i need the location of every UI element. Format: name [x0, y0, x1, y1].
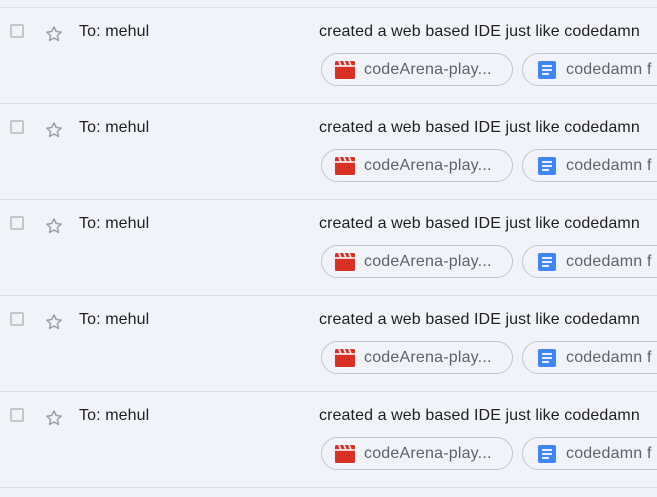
subject-snippet: created a web based IDE just like codeda…	[319, 119, 640, 136]
attachment-name: codedamn f	[566, 444, 652, 462]
attachment-chip-doc[interactable]: codedamn f	[522, 437, 657, 470]
email-row[interactable]: To: mehul created a web based IDE just l…	[0, 392, 657, 488]
star-icon[interactable]	[44, 216, 64, 236]
attachment-chip-video[interactable]: codeArena-play...	[321, 149, 513, 182]
attachment-name: codeArena-play...	[364, 60, 492, 78]
attachment-chip-doc[interactable]: codedamn f	[522, 53, 657, 86]
video-file-icon	[335, 252, 355, 271]
recipient-label: To: mehul	[79, 407, 150, 424]
attachment-chip-video[interactable]: codeArena-play...	[321, 245, 513, 278]
recipient-label: To: mehul	[79, 215, 150, 232]
attachment-name: codedamn f	[566, 60, 652, 78]
google-doc-icon	[537, 252, 557, 271]
recipient-label: To: mehul	[79, 311, 150, 328]
google-doc-icon	[537, 444, 557, 463]
google-doc-icon	[537, 60, 557, 79]
attachment-chip-video[interactable]: codeArena-play...	[321, 341, 513, 374]
attachment-name: codeArena-play...	[364, 252, 492, 270]
email-row[interactable]: To: mehul created a web based IDE just l…	[0, 296, 657, 392]
attachment-name: codeArena-play...	[364, 444, 492, 462]
email-row[interactable]: To: mehul created a web based IDE just l…	[0, 104, 657, 200]
recipient-label: To: mehul	[79, 23, 150, 40]
attachment-name: codedamn f	[566, 348, 652, 366]
select-checkbox[interactable]	[10, 216, 24, 230]
attachment-chip-doc[interactable]: codedamn f	[522, 149, 657, 182]
video-file-icon	[335, 156, 355, 175]
google-doc-icon	[537, 156, 557, 175]
video-file-icon	[335, 60, 355, 79]
star-icon[interactable]	[44, 120, 64, 140]
video-file-icon	[335, 348, 355, 367]
star-icon[interactable]	[44, 24, 64, 44]
email-list: To: mehul created a web based IDE just l…	[0, 7, 657, 488]
attachment-name: codeArena-play...	[364, 156, 492, 174]
attachment-chip-video[interactable]: codeArena-play...	[321, 437, 513, 470]
subject-snippet: created a web based IDE just like codeda…	[319, 311, 640, 328]
select-checkbox[interactable]	[10, 24, 24, 38]
email-row[interactable]: To: mehul created a web based IDE just l…	[0, 8, 657, 104]
attachment-chip-doc[interactable]: codedamn f	[522, 341, 657, 374]
select-checkbox[interactable]	[10, 408, 24, 422]
attachment-name: codeArena-play...	[364, 348, 492, 366]
star-icon[interactable]	[44, 408, 64, 428]
subject-snippet: created a web based IDE just like codeda…	[319, 23, 640, 40]
attachment-name: codedamn f	[566, 156, 652, 174]
email-row[interactable]: To: mehul created a web based IDE just l…	[0, 200, 657, 296]
subject-snippet: created a web based IDE just like codeda…	[319, 407, 640, 424]
attachment-name: codedamn f	[566, 252, 652, 270]
select-checkbox[interactable]	[10, 120, 24, 134]
recipient-label: To: mehul	[79, 119, 150, 136]
video-file-icon	[335, 444, 355, 463]
attachment-chip-doc[interactable]: codedamn f	[522, 245, 657, 278]
subject-snippet: created a web based IDE just like codeda…	[319, 215, 640, 232]
attachment-chip-video[interactable]: codeArena-play...	[321, 53, 513, 86]
star-icon[interactable]	[44, 312, 64, 332]
google-doc-icon	[537, 348, 557, 367]
select-checkbox[interactable]	[10, 312, 24, 326]
